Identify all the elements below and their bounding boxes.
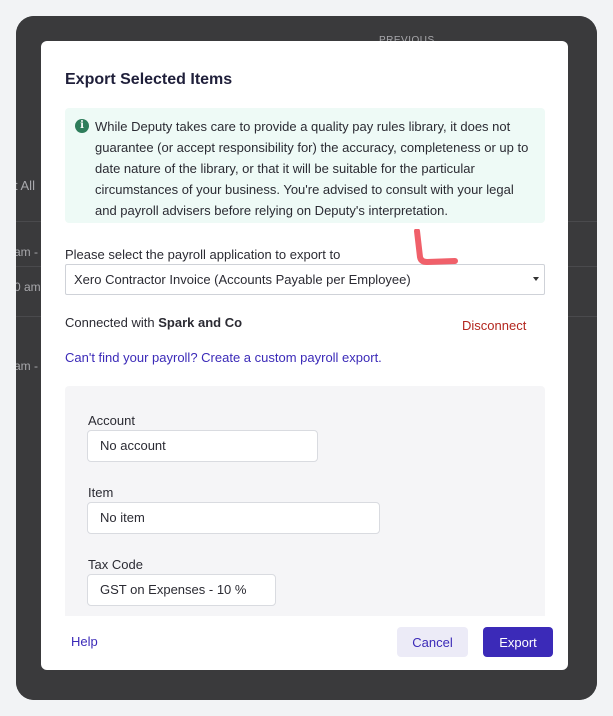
export-modal: Export Selected Items i While Deputy tak… [41, 41, 568, 670]
connected-status: Connected with Spark and Co [65, 315, 242, 330]
cancel-button[interactable]: Cancel [397, 627, 468, 657]
disclaimer-notice: i While Deputy takes care to provide a q… [65, 108, 545, 223]
item-select[interactable]: No item [87, 502, 380, 534]
export-fields-panel: Account No account Item No item Tax Code… [65, 386, 545, 616]
help-link[interactable]: Help [71, 634, 98, 649]
connected-org: Spark and Co [158, 315, 243, 330]
payroll-select-label: Please select the payroll application to… [65, 247, 341, 262]
notice-text: While Deputy takes care to provide a qua… [95, 119, 529, 218]
caret-down-icon [533, 277, 539, 281]
tax-code-label: Tax Code [88, 557, 143, 572]
bg-time-3: am - [16, 359, 38, 373]
selected-application: Xero Contractor Invoice (Accounts Payabl… [74, 272, 411, 287]
disconnect-button[interactable]: Disconnect [462, 318, 526, 333]
account-label: Account [88, 413, 135, 428]
bg-select-all: t All [16, 178, 35, 193]
item-label: Item [88, 485, 114, 500]
app-frame: PREVIOUS t All am - 0 am - am - Export S… [16, 16, 597, 700]
connected-prefix: Connected with [65, 315, 155, 330]
tax-code-select[interactable]: GST on Expenses - 10 % [87, 574, 276, 606]
info-icon: i [75, 119, 89, 133]
export-button[interactable]: Export [483, 627, 553, 657]
modal-title: Export Selected Items [65, 71, 233, 88]
bg-time-1: am - [16, 245, 38, 259]
custom-payroll-export-link[interactable]: Can't find your payroll? Create a custom… [65, 350, 382, 365]
account-select[interactable]: No account [87, 430, 318, 462]
annotation-mark [414, 229, 458, 265]
payroll-application-select[interactable]: Xero Contractor Invoice (Accounts Payabl… [65, 264, 545, 295]
